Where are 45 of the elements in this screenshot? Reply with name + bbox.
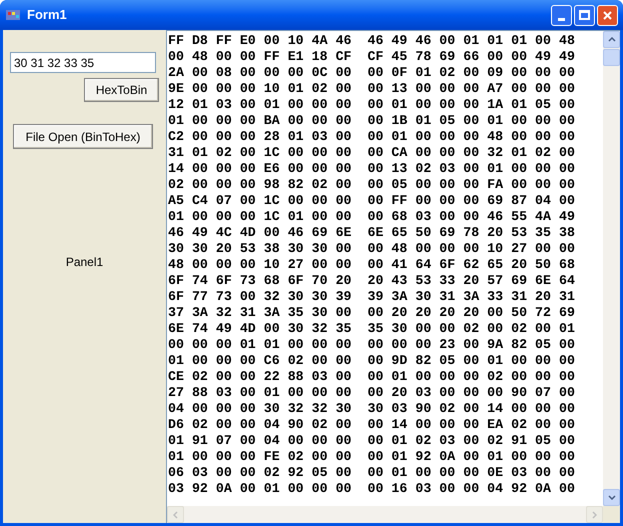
file-open-button[interactable]: File Open (BinToHex) xyxy=(13,124,153,149)
hex-row-text: 27 88 03 00 01 00 00 00 00 20 03 00 00 00 90 07 00 xyxy=(168,385,576,401)
scroll-up-button[interactable] xyxy=(603,31,620,48)
app-icon xyxy=(5,7,21,23)
hex-row-text: CE 02 00 00 22 88 03 00 00 01 00 00 00 02 00 00 00 xyxy=(168,369,576,385)
hex-row-text: A5 C4 07 00 1C 00 00 00 00 FF 00 00 00 69 87 04 00 xyxy=(168,193,576,209)
hex-row-text: 48 00 00 00 10 27 00 00 00 41 64 6F 62 65 20 50 68 xyxy=(168,257,576,273)
panel-caption: Panel1 xyxy=(66,254,104,271)
maximize-button[interactable] xyxy=(574,4,595,26)
hex-row-text: 01 00 00 00 BA 00 00 00 00 1B 01 05 00 01 00 00 00 xyxy=(168,113,576,129)
hex-row-text: 00 48 00 00 FF E1 18 CF CF 45 78 69 66 00 00 49 49 xyxy=(168,49,576,65)
hex-row-text: 01 00 00 00 FE 02 00 00 00 01 92 0A 00 01 00 00 00 xyxy=(168,449,576,465)
hex-row-text: 9E 00 00 00 10 01 02 00 00 13 00 00 00 A7 00 00 00 xyxy=(168,81,576,97)
hex-row-text: 46 49 4C 4D 00 46 69 6E 6E 65 50 69 78 20 53 35 38 xyxy=(168,225,576,241)
window-title: Form1 xyxy=(27,6,68,24)
hex-row-text: C2 00 00 00 28 01 03 00 00 01 00 00 00 48 00 00 00 xyxy=(168,129,576,145)
scroll-down-button[interactable] xyxy=(603,489,620,506)
vertical-scrollbar[interactable] xyxy=(603,31,620,506)
close-button[interactable] xyxy=(597,4,618,26)
hex-row-text: 2A 00 08 00 00 00 0C 00 00 0F 01 02 00 09 00 00 00 xyxy=(168,65,576,81)
hex-row-text: 6E 74 49 4D 00 30 32 35 35 30 00 00 02 00 02 00 01 xyxy=(168,321,576,337)
hex-row-text: 00 00 00 01 01 00 00 00 00 00 00 23 00 9A 82 05 00 xyxy=(168,337,576,353)
hex-row-text: 06 03 00 00 02 92 05 00 00 01 00 00 00 0E 03 00 00 xyxy=(168,465,576,481)
horizontal-scrollbar[interactable] xyxy=(167,506,620,523)
hex-row-text: 30 30 20 53 38 30 30 00 00 48 00 00 00 10 27 00 00 xyxy=(168,241,576,257)
hex-row-text: 03 92 0A 00 01 00 00 00 00 16 03 00 00 04 92 0A 00 xyxy=(168,481,576,497)
hex-to-bin-button[interactable]: HexToBin xyxy=(84,78,159,102)
hex-row-text: 04 00 00 00 30 32 32 30 30 03 90 02 00 14 00 00 00 xyxy=(168,401,576,417)
scroll-thumb[interactable] xyxy=(603,49,620,66)
hex-row-text: 37 3A 32 31 3A 35 30 00 00 20 20 20 20 00 50 72 69 xyxy=(168,305,576,321)
hex-input-field[interactable]: 30 31 32 33 35 xyxy=(10,52,156,73)
hex-row-text: 14 00 00 00 E6 00 00 00 00 13 02 03 00 01 00 00 00 xyxy=(168,161,576,177)
hex-row-text: 6F 74 6F 73 68 6F 70 20 20 43 53 33 20 57 69 6E 64 xyxy=(168,273,576,289)
hex-row-text: 12 01 03 00 01 00 00 00 00 01 00 00 00 1A 01 05 00 xyxy=(168,97,576,113)
close-icon xyxy=(602,10,613,20)
hex-row-text: 01 00 00 00 1C 01 00 00 00 68 03 00 00 46 55 4A 49 xyxy=(168,209,576,225)
hex-row-text: 02 00 00 00 98 82 02 00 00 05 00 00 00 FA 00 00 00 xyxy=(168,177,576,193)
hex-row-text: 31 01 02 00 1C 00 00 00 00 CA 00 00 00 32 01 02 00 xyxy=(168,145,576,161)
hex-row-text: 01 91 07 00 04 00 00 00 00 01 02 03 00 02 91 05 00 xyxy=(168,433,576,449)
size-grip[interactable] xyxy=(603,506,620,523)
hex-row-text: D6 02 00 00 04 90 02 00 00 14 00 00 00 EA 02 00 00 xyxy=(168,417,576,433)
hex-row-text: 6F 77 73 00 32 30 30 39 39 3A 30 31 3A 33 31 20 31 xyxy=(168,289,576,305)
minimize-button[interactable] xyxy=(551,4,572,26)
hex-row-text: FF D8 FF E0 00 10 4A 46 46 49 46 00 01 01 01 00 48 xyxy=(168,33,576,49)
hex-row-text: 01 00 00 00 C6 02 00 00 00 9D 82 05 00 01 00 00 00 xyxy=(168,353,576,369)
